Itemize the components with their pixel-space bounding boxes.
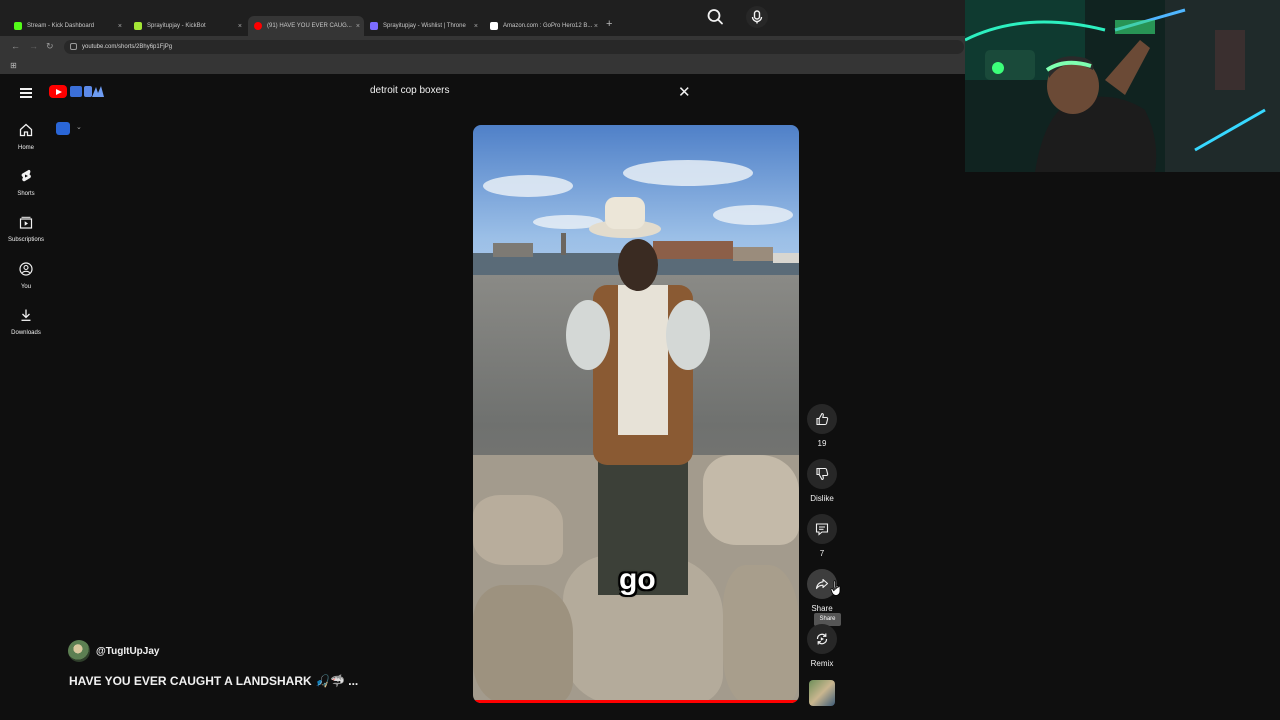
forward-arrow-icon[interactable]: → (29, 41, 38, 51)
tab-close-icon[interactable]: × (238, 23, 242, 30)
hand-cursor-icon (830, 580, 841, 596)
webcam-overlay (965, 0, 1280, 172)
channel-logo-icon (56, 122, 70, 135)
video-caption: go (619, 563, 656, 596)
sidebar-item-label: Downloads (11, 330, 41, 336)
channel-row[interactable]: @TugItUpJay (68, 640, 159, 662)
throne-favicon-icon (370, 22, 378, 30)
reload-icon[interactable]: ↻ (46, 41, 54, 52)
home-icon (19, 123, 33, 137)
amazon-favicon-icon (490, 22, 498, 30)
like-button-circle[interactable] (807, 404, 837, 434)
tab-title: Amazon.com : GoPro Hero12 B... (503, 23, 593, 29)
comments-button[interactable]: 7 (806, 514, 838, 558)
remix-icon (816, 633, 828, 645)
apps-grid-icon[interactable]: ⊞ (10, 61, 17, 70)
sound-thumbnail[interactable] (809, 680, 835, 706)
tab-title: Stream - Kick Dashboard (27, 23, 95, 29)
kickbot-favicon-icon (134, 22, 142, 30)
browser-tab[interactable]: Stream - Kick Dashboard × (8, 16, 126, 36)
sidebar-item-label: Home (17, 145, 34, 151)
channel-badge-icon (70, 86, 104, 97)
hamburger-menu-icon[interactable] (20, 88, 32, 98)
account-switcher[interactable]: ⌄ (56, 121, 88, 137)
share-label: Share (811, 604, 833, 613)
video-hat (589, 197, 661, 238)
kick-favicon-icon (14, 22, 22, 30)
sidebar-item-shorts[interactable]: Shorts (0, 169, 52, 197)
tab-title: Sprayitupjay - KickBot (147, 23, 206, 29)
clear-search-icon[interactable]: ✕ (678, 83, 691, 101)
remix-button-circle[interactable] (807, 624, 837, 654)
sidebar-item-label: Shorts (17, 191, 35, 197)
tab-close-icon[interactable]: × (594, 23, 598, 30)
thumbs-down-icon (816, 467, 829, 481)
shorts-video-player[interactable]: go (473, 125, 799, 703)
video-person (566, 239, 710, 595)
comment-icon (815, 523, 829, 536)
thumbs-up-icon (816, 412, 829, 426)
comments-button-circle[interactable] (807, 514, 837, 544)
search-icon[interactable] (704, 6, 726, 28)
url-field[interactable]: youtube.com/shorts/2Bhy6p1FjPg (64, 40, 964, 54)
url-text: youtube.com/shorts/2Bhy6p1FjPg (82, 44, 173, 50)
like-button[interactable]: 19 (806, 404, 838, 448)
browser-tab[interactable]: Sprayitupjay - KickBot × (128, 16, 246, 36)
download-icon (21, 309, 31, 321)
browser-tab[interactable]: Amazon.com : GoPro Hero12 B... × (484, 16, 602, 36)
microphone-icon[interactable] (746, 6, 768, 28)
remix-label: Remix (810, 659, 834, 668)
site-info-icon[interactable] (70, 43, 77, 50)
dislike-label: Dislike (810, 494, 834, 503)
video-progress-fill (473, 700, 799, 703)
browser-tab-active[interactable]: (91) HAVE YOU EVER CAUG... × (248, 16, 364, 36)
video-progress-bar[interactable] (473, 700, 799, 703)
youtube-favicon-icon (254, 22, 262, 30)
search-input[interactable]: detroit cop boxers (370, 85, 450, 96)
sidebar-item-home[interactable]: Home (0, 123, 52, 151)
dislike-button[interactable]: Dislike (806, 459, 838, 503)
comment-count: 7 (819, 549, 825, 558)
tab-title: (91) HAVE YOU EVER CAUG... (267, 23, 352, 29)
sidebar-item-downloads[interactable]: Downloads (0, 308, 52, 336)
user-icon (19, 262, 33, 276)
sidebar-item-you[interactable]: You (0, 262, 52, 290)
tab-title: Sprayitupjay - Wishlist | Throne (383, 23, 466, 29)
youtube-logo-icon[interactable] (49, 85, 67, 98)
back-arrow-icon[interactable]: ← (11, 41, 20, 51)
shorts-icon (21, 169, 31, 182)
video-title[interactable]: HAVE YOU EVER CAUGHT A LANDSHARK 🎣🦈 ... (69, 674, 358, 688)
browser-tab[interactable]: Sprayitupjay - Wishlist | Throne × (364, 16, 482, 36)
tab-close-icon[interactable]: × (356, 23, 360, 30)
chevron-down-icon: ⌄ (76, 124, 82, 131)
sidebar-item-subscriptions[interactable]: Subscriptions (0, 215, 52, 243)
channel-avatar[interactable] (68, 640, 90, 662)
search-box[interactable]: detroit cop boxers ✕ (360, 80, 700, 104)
like-count: 19 (817, 439, 827, 448)
sidebar-item-label: You (20, 284, 32, 290)
youtube-header: detroit cop boxers ✕ (0, 74, 965, 114)
channel-name[interactable]: @TugItUpJay (96, 646, 159, 657)
share-arrow-icon (815, 578, 829, 590)
remix-button[interactable]: Remix (806, 624, 838, 668)
new-tab-button[interactable]: + (606, 18, 612, 30)
sidebar-item-label: Subscriptions (7, 237, 45, 243)
dislike-button-circle[interactable] (807, 459, 837, 489)
tab-close-icon[interactable]: × (118, 23, 122, 30)
subscriptions-icon (19, 216, 33, 229)
tab-close-icon[interactable]: × (474, 23, 478, 30)
